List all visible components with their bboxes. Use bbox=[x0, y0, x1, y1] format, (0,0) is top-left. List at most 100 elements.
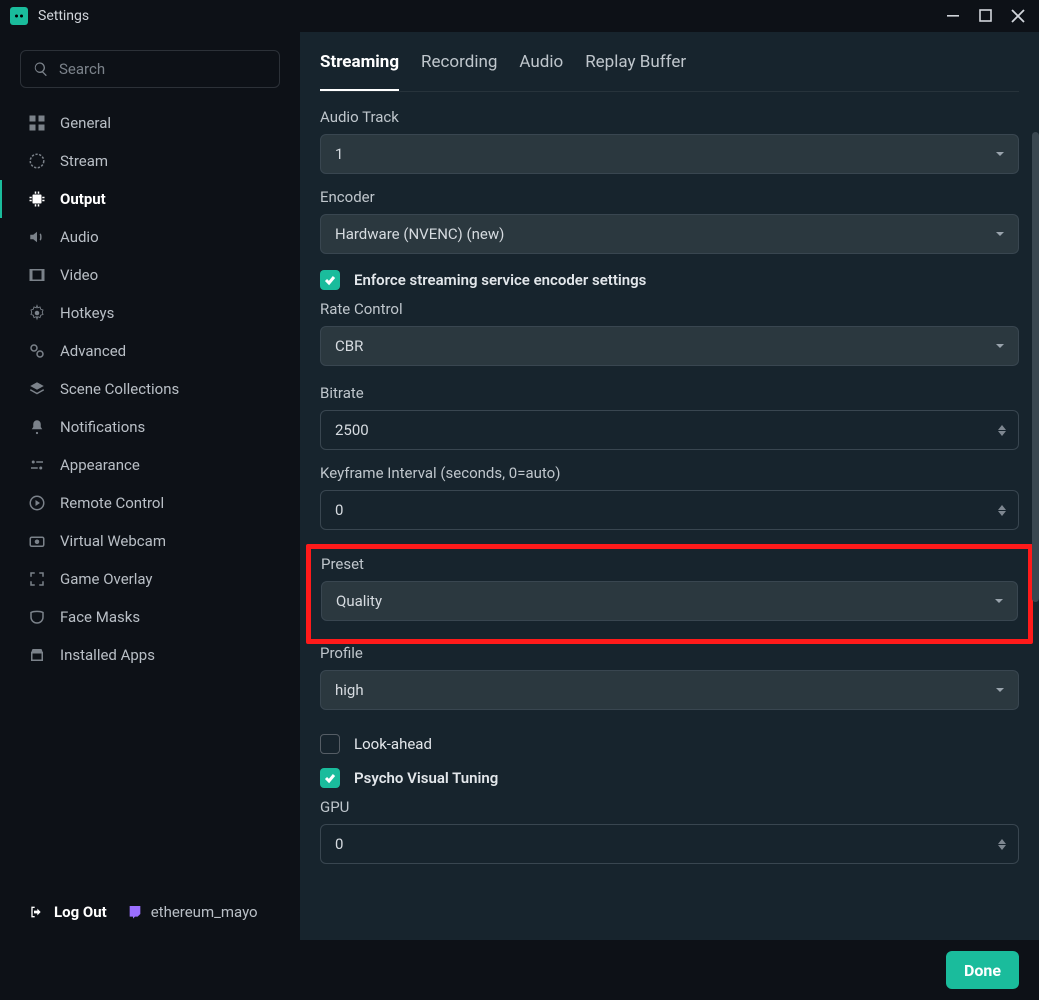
sidebar-item-virtual-webcam[interactable]: Virtual Webcam bbox=[0, 522, 300, 560]
camera-icon bbox=[28, 532, 46, 550]
app-icon bbox=[10, 7, 28, 25]
search-input[interactable] bbox=[59, 60, 267, 78]
checkbox-look-ahead[interactable] bbox=[320, 734, 340, 754]
chevron-down-icon bbox=[994, 228, 1006, 240]
enforce-row[interactable]: Enforce streaming service encoder settin… bbox=[320, 270, 1019, 290]
checkbox-label: Look-ahead bbox=[354, 735, 432, 753]
chevron-down-icon bbox=[994, 684, 1006, 696]
sidebar-nav: General Stream Output Audio Video bbox=[0, 104, 300, 884]
sidebar-item-game-overlay[interactable]: Game Overlay bbox=[0, 560, 300, 598]
sidebar-item-label: Hotkeys bbox=[60, 304, 114, 322]
layers-icon bbox=[28, 380, 46, 398]
titlebar: Settings bbox=[0, 0, 1039, 32]
field-label: Audio Track bbox=[320, 108, 1019, 126]
form-content: Audio Track 1 Encoder Hardware (NVENC) (… bbox=[300, 92, 1039, 940]
chevron-down-icon bbox=[993, 595, 1005, 607]
sidebar-item-face-masks[interactable]: Face Masks bbox=[0, 598, 300, 636]
sidebar-item-label: Audio bbox=[60, 228, 99, 246]
logout-button[interactable]: Log Out bbox=[28, 903, 107, 921]
input-gpu[interactable]: 0 bbox=[320, 824, 1019, 864]
logout-label: Log Out bbox=[54, 903, 107, 921]
window-controls bbox=[947, 9, 1025, 23]
field-label: Preset bbox=[321, 555, 1018, 573]
checkbox-enforce[interactable] bbox=[320, 270, 340, 290]
close-button[interactable] bbox=[1011, 9, 1025, 23]
play-circle-icon bbox=[28, 494, 46, 512]
sidebar-footer: Log Out ethereum_mayo bbox=[0, 884, 300, 940]
sidebar-item-advanced[interactable]: Advanced bbox=[0, 332, 300, 370]
volume-icon bbox=[28, 228, 46, 246]
scrollbar-track[interactable] bbox=[1032, 102, 1039, 940]
tab-recording[interactable]: Recording bbox=[421, 52, 497, 90]
input-value: 2500 bbox=[335, 421, 369, 439]
number-stepper[interactable] bbox=[998, 491, 1012, 529]
number-stepper[interactable] bbox=[998, 411, 1012, 449]
select-value: Quality bbox=[336, 592, 382, 610]
footer-actions: Done bbox=[0, 940, 1039, 1000]
select-rate-control[interactable]: CBR bbox=[320, 326, 1019, 366]
sidebar: General Stream Output Audio Video bbox=[0, 32, 300, 940]
select-value: high bbox=[335, 681, 364, 699]
select-value: CBR bbox=[335, 337, 363, 355]
twitch-icon bbox=[127, 904, 143, 920]
mask-icon bbox=[28, 608, 46, 626]
sidebar-item-label: General bbox=[60, 114, 111, 132]
sidebar-item-output[interactable]: Output bbox=[0, 180, 300, 218]
tab-audio[interactable]: Audio bbox=[519, 52, 563, 90]
chevron-down-icon bbox=[994, 340, 1006, 352]
chevron-down-icon bbox=[994, 148, 1006, 160]
sidebar-item-hotkeys[interactable]: Hotkeys bbox=[0, 294, 300, 332]
tab-replay-buffer[interactable]: Replay Buffer bbox=[585, 52, 686, 90]
gear-icon bbox=[28, 304, 46, 322]
sidebar-item-label: Stream bbox=[60, 152, 108, 170]
sidebar-item-notifications[interactable]: Notifications bbox=[0, 408, 300, 446]
input-keyframe-interval[interactable]: 0 bbox=[320, 490, 1019, 530]
field-preset: Preset Quality bbox=[321, 555, 1018, 621]
field-rate-control: Rate Control CBR bbox=[320, 300, 1019, 366]
input-value: 0 bbox=[335, 835, 343, 853]
sidebar-item-label: Notifications bbox=[60, 418, 145, 436]
field-label: GPU bbox=[320, 798, 1019, 816]
sidebar-item-label: Remote Control bbox=[60, 494, 164, 512]
sidebar-item-label: Scene Collections bbox=[60, 380, 179, 398]
sidebar-item-label: Advanced bbox=[60, 342, 126, 360]
tabs: Streaming Recording Audio Replay Buffer bbox=[320, 32, 1019, 92]
psycho-row[interactable]: Psycho Visual Tuning bbox=[320, 768, 1019, 788]
sidebar-item-label: Video bbox=[60, 266, 98, 284]
select-preset[interactable]: Quality bbox=[321, 581, 1018, 621]
sidebar-item-stream[interactable]: Stream bbox=[0, 142, 300, 180]
number-stepper[interactable] bbox=[998, 825, 1012, 863]
user-chip[interactable]: ethereum_mayo bbox=[127, 903, 258, 921]
sidebar-item-installed-apps[interactable]: Installed Apps bbox=[0, 636, 300, 674]
scrollbar-thumb[interactable] bbox=[1032, 132, 1039, 602]
expand-icon bbox=[28, 570, 46, 588]
done-button[interactable]: Done bbox=[946, 951, 1019, 989]
select-encoder[interactable]: Hardware (NVENC) (new) bbox=[320, 214, 1019, 254]
field-label: Keyframe Interval (seconds, 0=auto) bbox=[320, 464, 1019, 482]
store-icon bbox=[28, 646, 46, 664]
select-profile[interactable]: high bbox=[320, 670, 1019, 710]
field-label: Profile bbox=[320, 644, 1019, 662]
sidebar-item-video[interactable]: Video bbox=[0, 256, 300, 294]
look-ahead-row[interactable]: Look-ahead bbox=[320, 734, 1019, 754]
input-bitrate[interactable]: 2500 bbox=[320, 410, 1019, 450]
logout-icon bbox=[28, 904, 44, 920]
sidebar-item-general[interactable]: General bbox=[0, 104, 300, 142]
field-audio-track: Audio Track 1 bbox=[320, 108, 1019, 174]
sidebar-item-scene-collections[interactable]: Scene Collections bbox=[0, 370, 300, 408]
search-input-wrap[interactable] bbox=[20, 50, 280, 88]
sidebar-item-audio[interactable]: Audio bbox=[0, 218, 300, 256]
grid-icon bbox=[28, 114, 46, 132]
field-gpu: GPU 0 bbox=[320, 798, 1019, 864]
sidebar-item-appearance[interactable]: Appearance bbox=[0, 446, 300, 484]
main-panel: Streaming Recording Audio Replay Buffer … bbox=[300, 32, 1039, 940]
input-value: 0 bbox=[335, 501, 343, 519]
field-bitrate: Bitrate 2500 bbox=[320, 384, 1019, 450]
sidebar-item-remote-control[interactable]: Remote Control bbox=[0, 484, 300, 522]
tab-streaming[interactable]: Streaming bbox=[320, 52, 399, 90]
search-container bbox=[0, 50, 300, 104]
select-audio-track[interactable]: 1 bbox=[320, 134, 1019, 174]
maximize-button[interactable] bbox=[979, 9, 993, 23]
checkbox-psycho[interactable] bbox=[320, 768, 340, 788]
minimize-button[interactable] bbox=[947, 9, 961, 23]
